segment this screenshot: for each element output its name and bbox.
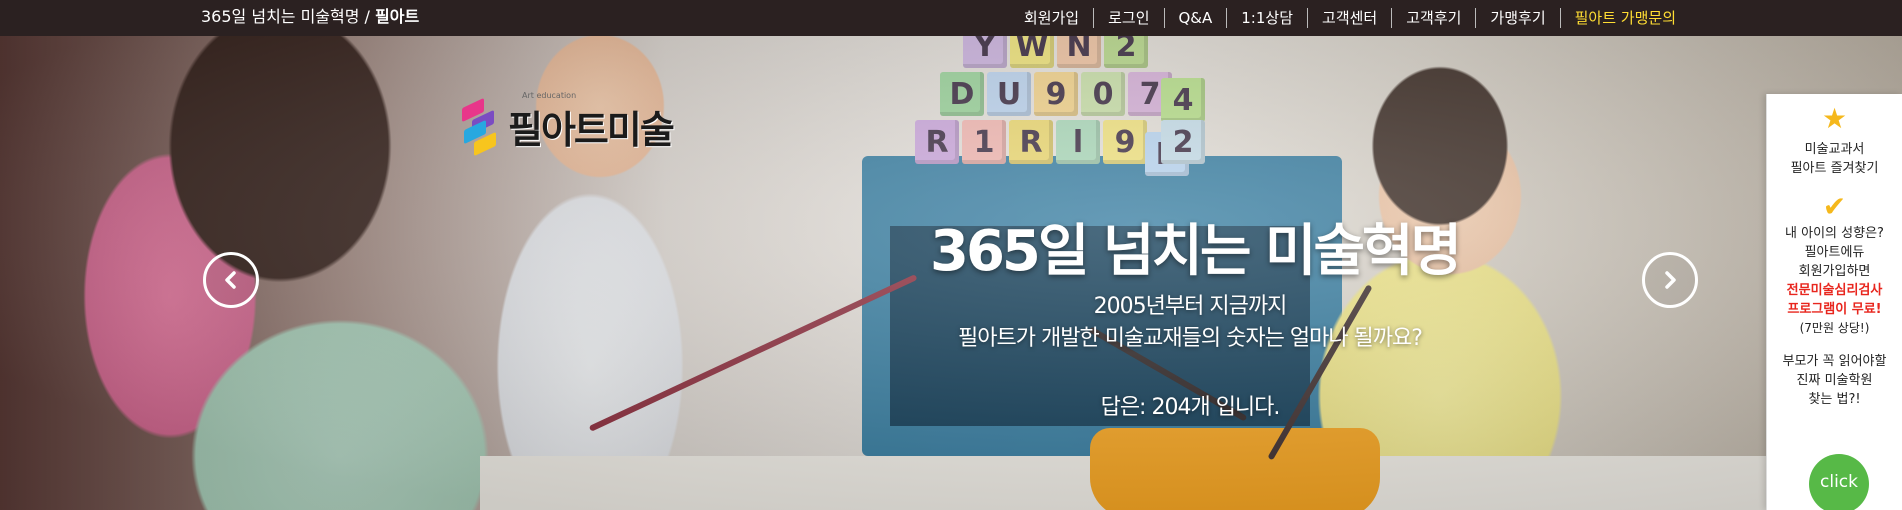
guide-line1: 부모가 꼭 읽어야할 (1782, 354, 1887, 369)
top-nav: 회원가입 로그인 Q&A 1:1상담 고객센터 고객후기 가맹후기 필아트 가맹… (1010, 0, 1690, 36)
tagline-text: 365일 넘치는 미술혁명 / (201, 7, 376, 26)
star-icon: ★ (1821, 102, 1848, 135)
top-bar: 365일 넘치는 미술혁명 / 필아트 회원가입 로그인 Q&A 1:1상담 고… (0, 0, 1902, 36)
slider-prev-button[interactable] (203, 252, 259, 308)
hero-answer: 답은: 204개 입니다. (1100, 395, 1281, 420)
nav-franchise-reviews-link[interactable]: 가맹후기 (1475, 8, 1559, 28)
promo-line1: 내 아이의 성향은? (1785, 226, 1884, 241)
chevron-right-icon (1665, 271, 1676, 289)
hero-subtitle: 2005년부터 지금까지 필아트가 개발한 미술교재들의 숫자는 얼마나 될까요… (880, 291, 1500, 355)
hero-subtitle-line1: 2005년부터 지금까지 (1093, 294, 1288, 319)
promo-price-note: (7만원 상당!) (1799, 321, 1870, 335)
hero-subtitle-line2: 필아트가 개발한 미술교재들의 숫자는 얼마나 될까요? (958, 326, 1423, 351)
favorite-line2: 필아트 즐겨찾기 (1790, 161, 1879, 176)
checkmark-icon: ✔ (1822, 190, 1847, 223)
nav-franchise-inquiry-link[interactable]: 필아트 가맹문의 (1559, 8, 1690, 28)
click-button[interactable]: click (1809, 454, 1869, 510)
guide-line2: 진짜 미술학원 (1796, 373, 1873, 388)
hero-banner: Y W N 2 D U 9 0 7 4 R 1 R l 9 B 2 필아트미술 … (0, 36, 1902, 510)
chevron-left-icon (225, 271, 236, 289)
guide-line3: 찾는 법?! (1808, 392, 1861, 407)
promo-highlight-line2: 프로그램이 무료! (1787, 302, 1882, 317)
logo-text: 필아트미술 (508, 107, 675, 152)
nav-login-link[interactable]: 로그인 (1093, 8, 1163, 28)
psych-test-promo[interactable]: 내 아이의 성향은? 필아트에듀 회원가입하면 전문미술심리검사 프로그램이 무… (1767, 224, 1902, 338)
promo-line2: 필아트에듀 (1804, 245, 1865, 260)
nav-signup-link[interactable]: 회원가입 (1010, 8, 1093, 28)
favorite-line1: 미술교과서 (1804, 142, 1865, 157)
slider-next-button[interactable] (1642, 252, 1698, 308)
nav-reviews-link[interactable]: 고객후기 (1391, 8, 1475, 28)
site-tagline: 365일 넘치는 미술혁명 / 필아트 (201, 0, 419, 36)
nav-customer-center-link[interactable]: 고객센터 (1307, 8, 1391, 28)
favorite-link[interactable]: 미술교과서 필아트 즐겨찾기 (1767, 140, 1902, 178)
promo-line3: 회원가입하면 (1798, 264, 1871, 279)
site-logo[interactable]: 필아트미술 Art education (460, 91, 675, 161)
nav-qna-link[interactable]: Q&A (1163, 8, 1227, 28)
quick-side-panel: ★ 미술교과서 필아트 즐겨찾기 ✔ 내 아이의 성향은? 필아트에듀 회원가입… (1766, 94, 1902, 510)
parent-guide-link[interactable]: 부모가 꼭 읽어야할 진짜 미술학원 찾는 법?! (1767, 352, 1902, 409)
tagline-brand: 필아트 (375, 7, 420, 26)
logo-subtext: Art education (522, 91, 577, 100)
promo-highlight-line1: 전문미술심리검사 (1786, 283, 1883, 298)
nav-consult-link[interactable]: 1:1상담 (1226, 8, 1307, 28)
hero-title: 365일 넘치는 미술혁명 (930, 219, 1462, 284)
logo-mark-icon (460, 95, 502, 157)
